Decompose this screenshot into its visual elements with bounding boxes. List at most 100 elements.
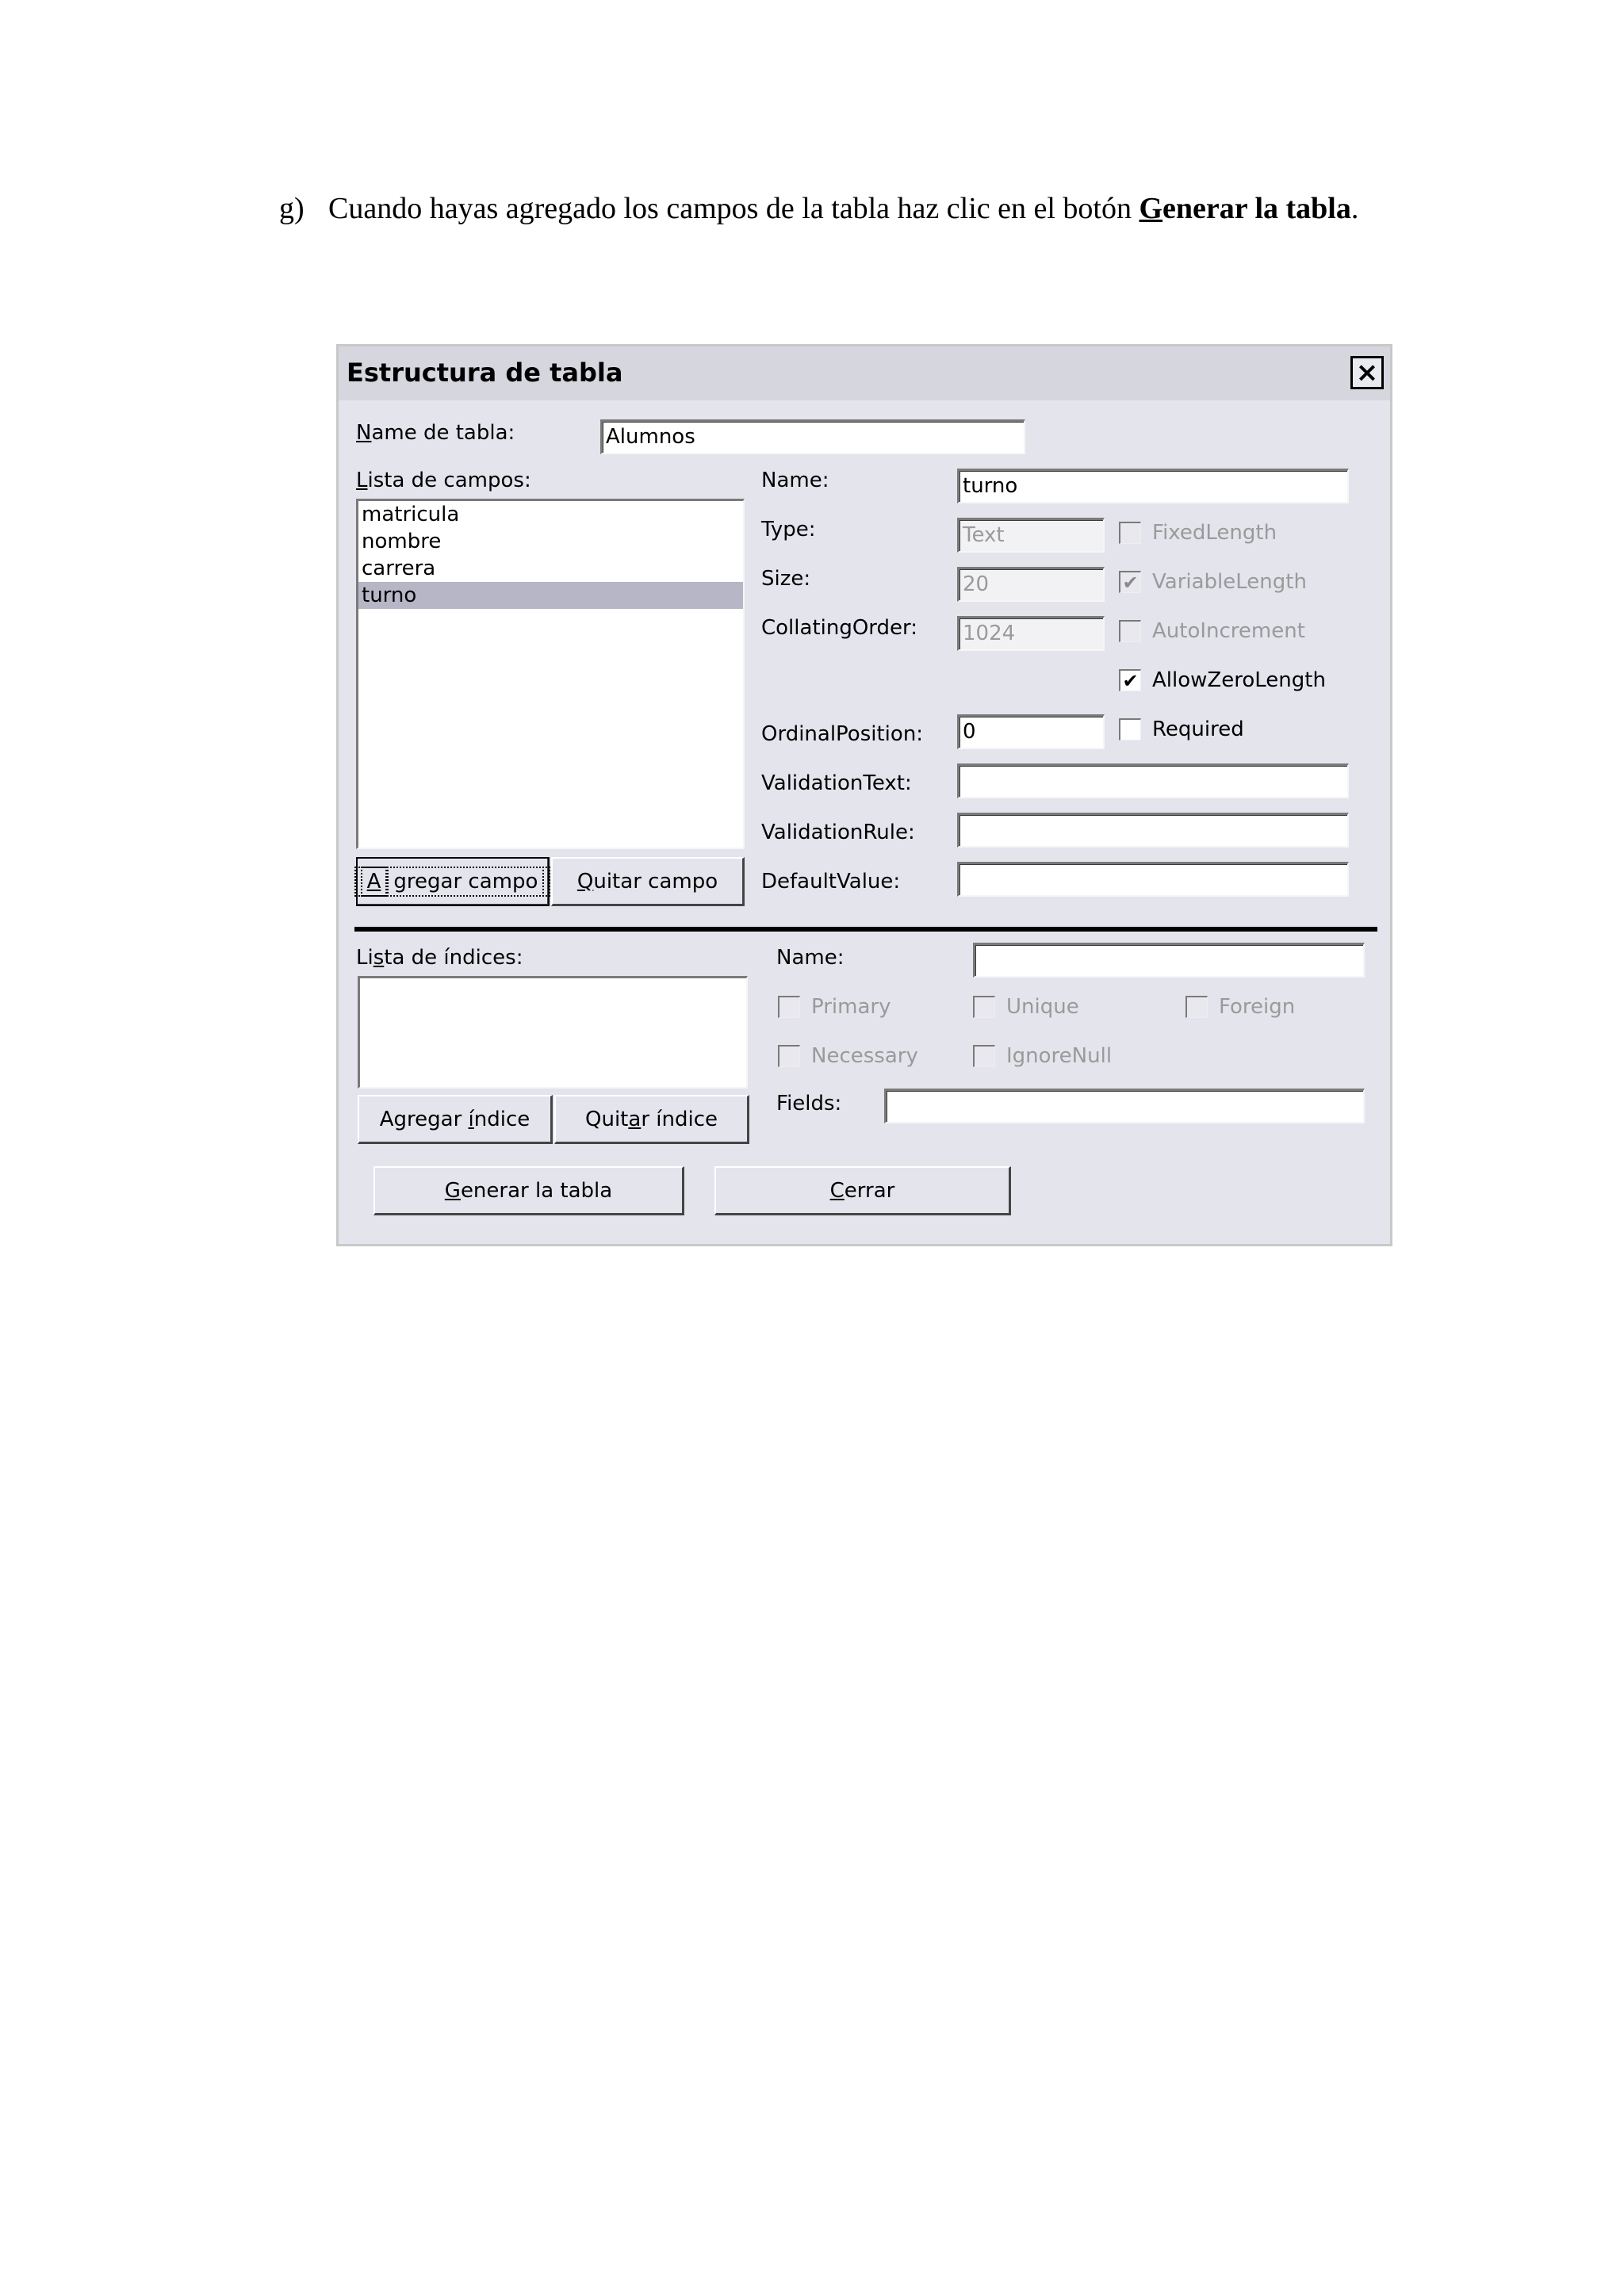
instruction-text-before: Cuando hayas agregado los campos de la t… bbox=[328, 192, 1139, 225]
field-name-label: Name: bbox=[761, 469, 829, 492]
index-name-label: Name: bbox=[776, 946, 845, 970]
index-list-label-a: Li bbox=[356, 946, 373, 970]
ignore-null-label: IgnoreNull bbox=[1006, 1044, 1113, 1068]
list-item[interactable]: turno bbox=[358, 582, 743, 609]
close-button-rest: errar bbox=[844, 1178, 895, 1203]
remove-index-button[interactable]: Quitar índice bbox=[554, 1095, 749, 1144]
title-bar[interactable]: Estructura de tabla × bbox=[339, 346, 1390, 400]
instruction-bold-first-letter: G bbox=[1139, 192, 1163, 225]
index-list-label: Lista de índices: bbox=[356, 946, 523, 970]
fields-list-label-key: L bbox=[356, 469, 368, 492]
index-fields-input[interactable] bbox=[884, 1089, 1365, 1123]
foreign-checkbox[interactable]: Foreign bbox=[1185, 995, 1295, 1019]
auto-increment-box bbox=[1119, 620, 1141, 642]
collating-order-label: CollatingOrder: bbox=[761, 616, 918, 640]
unique-box bbox=[973, 996, 995, 1018]
remove-index-key: a bbox=[628, 1107, 642, 1131]
primary-box bbox=[778, 996, 800, 1018]
necessary-label: Necessary bbox=[811, 1044, 918, 1068]
list-item[interactable]: nombre bbox=[358, 528, 743, 555]
variable-length-label: VariableLength bbox=[1152, 570, 1307, 594]
necessary-box bbox=[778, 1045, 800, 1067]
close-button-key: C bbox=[829, 1178, 845, 1203]
add-index-label: Agregar índice bbox=[380, 1108, 530, 1131]
auto-increment-label: AutoIncrement bbox=[1152, 619, 1305, 643]
section-divider bbox=[354, 927, 1377, 932]
instruction-bold-button-name: Generar la tabla bbox=[1139, 192, 1350, 225]
remove-field-key: Q bbox=[576, 869, 594, 894]
index-listbox[interactable] bbox=[358, 976, 748, 1089]
remove-index-pre: Quit bbox=[585, 1107, 629, 1131]
default-value-input[interactable] bbox=[957, 862, 1349, 897]
table-name-label: Name de tabla: bbox=[356, 421, 515, 445]
collating-order-input[interactable]: 1024 bbox=[957, 616, 1105, 651]
fixed-length-box bbox=[1119, 522, 1141, 544]
primary-checkbox[interactable]: Primary bbox=[778, 995, 891, 1019]
default-value-label: DefaultValue: bbox=[761, 870, 901, 894]
remove-field-rest: uitar campo bbox=[593, 869, 718, 894]
generate-table-button[interactable]: Generar la tabla bbox=[373, 1166, 684, 1215]
index-name-input[interactable] bbox=[973, 943, 1365, 978]
remove-field-button[interactable]: Quitar campo bbox=[551, 857, 745, 906]
required-checkbox[interactable]: Required bbox=[1119, 718, 1244, 741]
list-item[interactable]: carrera bbox=[358, 555, 743, 582]
field-type-input[interactable]: Text bbox=[957, 518, 1105, 553]
remove-index-label: Quitar índice bbox=[585, 1108, 718, 1131]
primary-label: Primary bbox=[811, 995, 891, 1019]
fields-listbox[interactable]: matricula nombre carrera turno bbox=[356, 499, 745, 849]
ignore-null-box bbox=[973, 1045, 995, 1067]
allow-zero-length-label: AllowZeroLength bbox=[1152, 668, 1326, 692]
fields-list-label-rest: ista de campos: bbox=[367, 469, 531, 492]
required-box bbox=[1119, 718, 1141, 740]
instruction-text: Cuando hayas agregado los campos de la t… bbox=[328, 189, 1391, 228]
fields-list-label: Lista de campos: bbox=[356, 469, 531, 492]
list-item[interactable]: matricula bbox=[358, 501, 743, 528]
auto-increment-checkbox[interactable]: AutoIncrement bbox=[1119, 619, 1305, 643]
field-size-label: Size: bbox=[761, 567, 811, 591]
foreign-label: Foreign bbox=[1219, 995, 1296, 1019]
allow-zero-length-box: ✔ bbox=[1119, 669, 1141, 691]
index-list-label-key: s bbox=[373, 946, 385, 970]
required-label: Required bbox=[1152, 718, 1244, 741]
field-size-input[interactable]: 20 bbox=[957, 567, 1105, 602]
validation-rule-input[interactable] bbox=[957, 813, 1349, 848]
add-field-label: Agregar campo bbox=[354, 866, 551, 897]
table-structure-dialog: Estructura de tabla × Name de tabla: Alu… bbox=[336, 344, 1392, 1246]
ignore-null-checkbox[interactable]: IgnoreNull bbox=[973, 1044, 1112, 1068]
instruction-bold-rest: enerar la tabla bbox=[1162, 192, 1351, 225]
generate-table-key: G bbox=[444, 1178, 461, 1203]
dialog-title: Estructura de tabla bbox=[347, 358, 623, 388]
close-button-label: Cerrar bbox=[830, 1179, 895, 1203]
necessary-checkbox[interactable]: Necessary bbox=[778, 1044, 918, 1068]
validation-text-input[interactable] bbox=[957, 763, 1349, 798]
allow-zero-length-checkbox[interactable]: ✔ AllowZeroLength bbox=[1119, 668, 1326, 692]
add-field-button[interactable]: Agregar campo bbox=[354, 857, 551, 906]
ordinal-position-label: OrdinalPosition: bbox=[761, 722, 924, 746]
add-index-rest: ndice bbox=[473, 1107, 530, 1131]
field-type-label: Type: bbox=[761, 518, 816, 541]
generate-table-label: Generar la tabla bbox=[445, 1179, 612, 1203]
fixed-length-label: FixedLength bbox=[1152, 521, 1277, 545]
table-name-input[interactable]: Alumnos bbox=[600, 419, 1025, 454]
add-index-pre: Agregar bbox=[379, 1107, 469, 1131]
close-icon[interactable]: × bbox=[1350, 356, 1384, 389]
generate-table-rest: enerar la tabla bbox=[460, 1178, 613, 1203]
fixed-length-checkbox[interactable]: FixedLength bbox=[1119, 521, 1277, 545]
unique-label: Unique bbox=[1006, 995, 1079, 1019]
close-button[interactable]: Cerrar bbox=[714, 1166, 1011, 1215]
field-name-input[interactable]: turno bbox=[957, 469, 1349, 503]
add-index-button[interactable]: Agregar índice bbox=[358, 1095, 553, 1144]
ordinal-position-input[interactable]: 0 bbox=[957, 714, 1105, 749]
remove-field-label: Quitar campo bbox=[577, 870, 718, 894]
variable-length-box: ✔ bbox=[1119, 571, 1141, 593]
validation-rule-label: ValidationRule: bbox=[761, 821, 915, 844]
add-field-rest: gregar campo bbox=[387, 866, 545, 897]
close-symbol: × bbox=[1355, 357, 1379, 388]
table-name-label-key: N bbox=[356, 421, 372, 445]
unique-checkbox[interactable]: Unique bbox=[973, 995, 1079, 1019]
add-field-key: A bbox=[360, 866, 388, 897]
variable-length-checkbox[interactable]: ✔ VariableLength bbox=[1119, 570, 1307, 594]
list-marker: g) bbox=[279, 192, 304, 225]
validation-text-label: ValidationText: bbox=[761, 771, 912, 795]
add-index-key: í bbox=[468, 1107, 474, 1131]
